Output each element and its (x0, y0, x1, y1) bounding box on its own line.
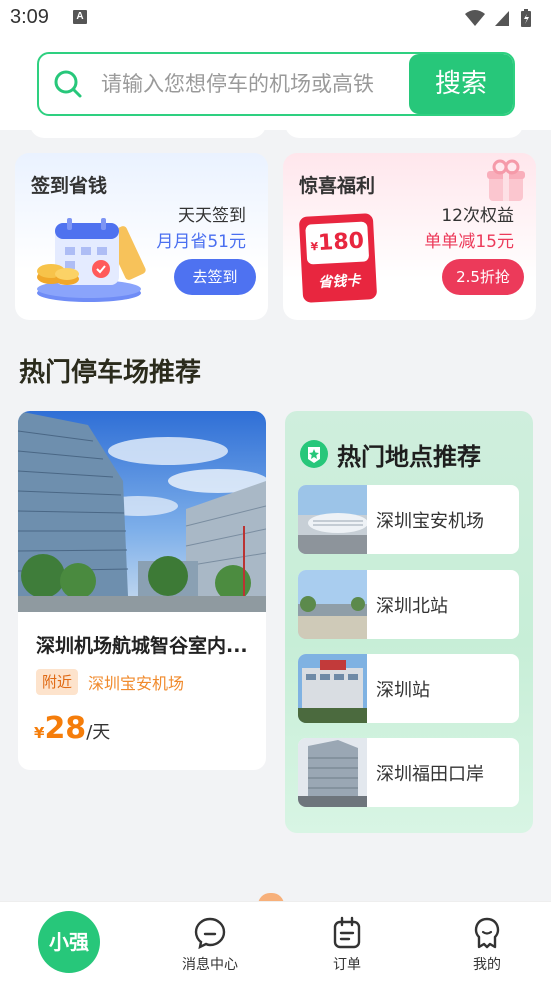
nav-label: 消息中心 (182, 957, 238, 973)
nav-home-button[interactable]: 小强 (38, 911, 100, 973)
station-photo (298, 570, 367, 639)
hot-place-label: 深圳宝安机场 (376, 511, 484, 532)
nearby-badge: 附近 (36, 669, 78, 695)
hot-place-label: 深圳站 (376, 680, 430, 701)
parking-lot-card[interactable]: 深圳机场航城智谷室内... 附近 深圳宝安机场 ¥28/天 (18, 411, 266, 770)
wifi-icon (465, 10, 485, 26)
promo-highlight: 单单减15元 (424, 232, 514, 252)
price-value: 28 (44, 711, 87, 746)
promo-title: 签到省钱 (31, 175, 108, 197)
parking-lot-name: 深圳机场航城智谷室内... (36, 635, 248, 657)
nav-item-messages[interactable]: 消息中心 (170, 916, 250, 976)
carousel-card-edge (285, 118, 523, 138)
search-input[interactable] (101, 54, 406, 114)
status-bar: 3:09 A (0, 0, 551, 36)
nav-label: 订单 (333, 957, 361, 973)
message-icon (194, 917, 226, 950)
battery-icon (521, 9, 531, 27)
search-bar: 搜索 (37, 52, 515, 116)
hot-place-label: 深圳福田口岸 (376, 764, 484, 785)
checkin-button[interactable]: 去签到 (174, 259, 256, 295)
price-unit: /天 (86, 722, 111, 743)
savings-card-label: 省钱卡 (317, 272, 361, 292)
gift-icon (487, 159, 525, 201)
search-button[interactable]: 搜索 (409, 54, 513, 114)
nav-label: 我的 (473, 957, 501, 973)
grab-discount-button[interactable]: 2.5折抢 (442, 259, 524, 295)
savings-card-value: 180 (317, 228, 365, 257)
signal-icon (495, 11, 509, 26)
section-title: 热门停车场推荐 (19, 358, 202, 388)
search-header: 搜索 (0, 36, 551, 130)
hot-places-title: 热门地点推荐 (337, 443, 481, 471)
promo-subtitle: 12次权益 (441, 206, 514, 226)
notification-icon: A (73, 10, 87, 24)
hot-place-item[interactable]: 深圳站 (298, 654, 519, 723)
promo-title: 惊喜福利 (299, 175, 376, 197)
profile-icon (474, 917, 500, 949)
hot-place-item[interactable]: 深圳宝安机场 (298, 485, 519, 554)
parking-lot-photo (18, 411, 266, 612)
search-icon (54, 70, 82, 98)
promo-highlight: 月月省51元 (156, 232, 246, 252)
parking-location: 深圳宝安机场 (88, 674, 185, 693)
bottom-nav: 小强 消息中心 订单 我的 (0, 901, 551, 981)
hot-place-label: 深圳北站 (376, 596, 448, 617)
airport-photo (298, 485, 367, 554)
promo-subtitle: 天天签到 (178, 206, 246, 226)
hot-places-panel: 热门地点推荐 深圳宝安机场 深圳北站 深圳站 深圳福田口岸 (285, 411, 533, 833)
hot-place-item[interactable]: 深圳福田口岸 (298, 738, 519, 807)
checkin-promo-card[interactable]: 签到省钱 天天签到 月月省51元 去签到 (15, 153, 268, 320)
status-icons (463, 8, 543, 28)
building-photo (298, 738, 367, 807)
location-badge-icon (300, 440, 328, 468)
parking-price: ¥28/天 (34, 711, 110, 746)
status-time: 3:09 (10, 6, 49, 28)
welfare-promo-card[interactable]: 惊喜福利 ¥180 省钱卡 12次权益 单单减15元 2.5折抢 (283, 153, 536, 320)
calendar-coins-icon (37, 218, 146, 302)
hot-place-item[interactable]: 深圳北站 (298, 570, 519, 639)
carousel-card-edge (30, 118, 266, 138)
nav-item-profile[interactable]: 我的 (447, 916, 527, 976)
station-photo (298, 654, 367, 723)
savings-card-icon: ¥180 省钱卡 (298, 213, 378, 303)
order-icon (333, 916, 361, 949)
price-currency: ¥ (34, 724, 45, 742)
nav-item-orders[interactable]: 订单 (307, 916, 387, 976)
